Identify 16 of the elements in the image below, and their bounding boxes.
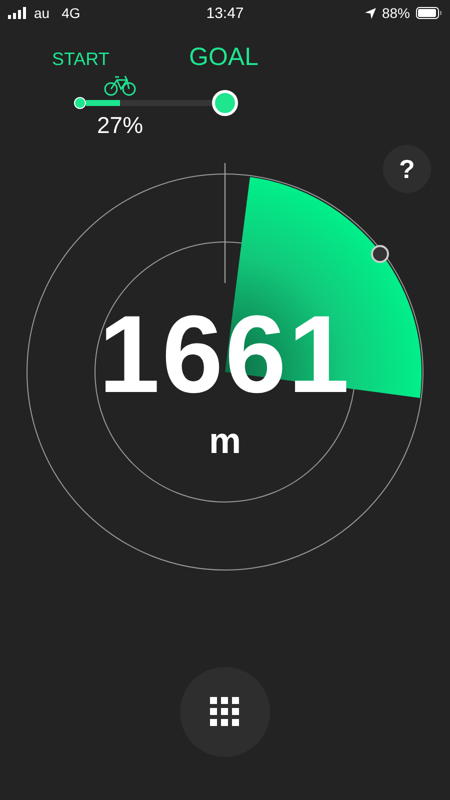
start-label: START bbox=[52, 49, 110, 70]
bicycle-icon bbox=[103, 74, 138, 96]
clock: 13:47 bbox=[206, 4, 244, 22]
start-marker bbox=[74, 97, 86, 109]
grid-icon bbox=[210, 697, 240, 727]
carrier-name: au bbox=[34, 5, 50, 21]
network-type: 4G bbox=[62, 5, 80, 21]
help-button[interactable]: ? bbox=[383, 145, 431, 193]
battery-icon bbox=[416, 7, 442, 19]
goal-label: GOAL bbox=[189, 43, 258, 72]
signal-icon bbox=[8, 7, 28, 19]
battery-percent: 88% bbox=[382, 5, 410, 21]
progress-percent: 27% bbox=[96, 112, 144, 139]
distance-unit: m bbox=[208, 420, 242, 462]
goal-marker bbox=[212, 90, 238, 116]
location-arrow-icon bbox=[364, 8, 376, 18]
